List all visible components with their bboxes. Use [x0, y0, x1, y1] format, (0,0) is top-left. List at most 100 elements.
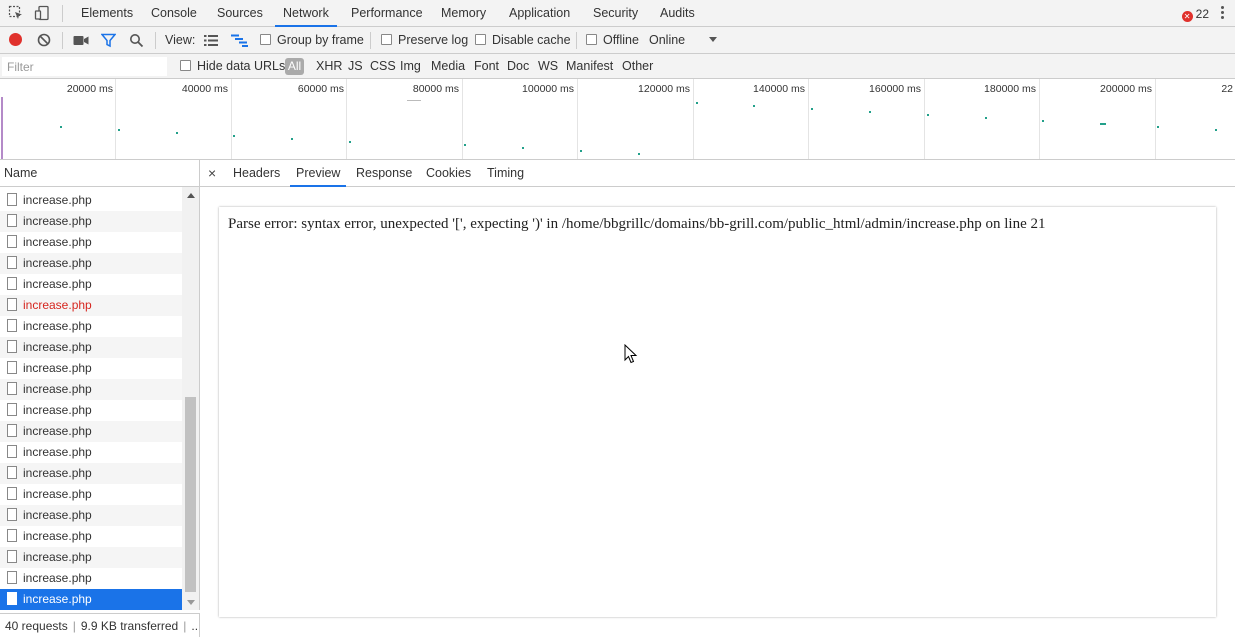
- request-row[interactable]: increase.php: [0, 463, 182, 484]
- request-dot: [291, 138, 293, 140]
- request-name: increase.php: [23, 382, 92, 396]
- clear-icon[interactable]: [37, 33, 51, 47]
- request-row[interactable]: increase.php: [0, 400, 182, 421]
- preserve-log-checkbox[interactable]: Preserve log: [381, 27, 468, 53]
- request-detail-tabs: × Headers Preview Response Cookies Timin…: [200, 160, 1235, 187]
- request-row[interactable]: increase.php: [0, 568, 182, 589]
- tab-audits[interactable]: Audits: [652, 0, 703, 26]
- request-dot: [522, 147, 524, 149]
- request-row[interactable]: increase.php: [0, 295, 182, 316]
- document-icon: [7, 508, 17, 521]
- request-name: increase.php: [23, 256, 92, 270]
- scroll-down-arrow-icon[interactable]: [187, 600, 195, 605]
- request-row[interactable]: increase.php: [0, 379, 182, 400]
- timeline-gridline: [115, 79, 116, 159]
- throttling-select[interactable]: Online: [649, 27, 719, 53]
- request-list-scrollbar[interactable]: [182, 187, 200, 610]
- request-name: increase.php: [23, 193, 92, 207]
- document-icon: [7, 445, 17, 458]
- toolbar-divider: [62, 5, 63, 22]
- error-count: 22: [1195, 7, 1209, 21]
- request-row[interactable]: increase.php: [0, 274, 182, 295]
- tab-headers[interactable]: Headers: [227, 160, 286, 186]
- tab-preview[interactable]: Preview: [290, 160, 347, 187]
- toolbar-divider: [576, 32, 577, 49]
- timeline-tick-label: 180000 ms: [984, 83, 1036, 95]
- request-row[interactable]: increase.php: [0, 337, 182, 358]
- network-overview-timeline[interactable]: 20000 ms 40000 ms 60000 ms 80000 ms 1000…: [0, 79, 1235, 160]
- request-row[interactable]: increase.php: [0, 505, 182, 526]
- request-row[interactable]: increase.php: [0, 547, 182, 568]
- request-name: increase.php: [23, 487, 92, 501]
- disable-cache-checkbox[interactable]: Disable cache: [475, 27, 571, 53]
- tab-sources[interactable]: Sources: [209, 0, 271, 26]
- type-filter-media[interactable]: Media: [431, 54, 465, 79]
- record-icon[interactable]: [9, 33, 22, 46]
- type-filter-other[interactable]: Other: [622, 54, 653, 79]
- tab-console[interactable]: Console: [143, 0, 205, 26]
- request-dot: [869, 111, 871, 113]
- request-row[interactable]: increase.php: [0, 589, 182, 610]
- request-dot: [985, 117, 987, 119]
- request-row[interactable]: increase.php: [0, 232, 182, 253]
- filter-input[interactable]: [2, 57, 167, 76]
- type-filter-all[interactable]: All: [285, 58, 304, 75]
- request-name: increase.php: [23, 529, 92, 543]
- type-filter-manifest[interactable]: Manifest: [566, 54, 613, 79]
- request-name: increase.php: [23, 592, 92, 606]
- tab-timing[interactable]: Timing: [481, 160, 530, 186]
- inspect-element-icon[interactable]: [8, 5, 24, 21]
- group-by-frame-checkbox[interactable]: Group by frame: [260, 27, 364, 53]
- tab-cookies[interactable]: Cookies: [420, 160, 477, 186]
- document-icon: [7, 592, 17, 605]
- request-name: increase.php: [23, 319, 92, 333]
- type-filter-doc[interactable]: Doc: [507, 54, 529, 79]
- type-filter-img[interactable]: Img: [400, 54, 421, 79]
- type-filter-js[interactable]: JS: [348, 54, 363, 79]
- device-toolbar-icon[interactable]: [34, 5, 50, 21]
- request-row[interactable]: increase.php: [0, 421, 182, 442]
- network-toolbar: View: Group by frame Preserve log Disabl…: [0, 27, 1235, 54]
- type-filter-font[interactable]: Font: [474, 54, 499, 79]
- scrollbar-thumb[interactable]: [185, 397, 196, 592]
- close-icon[interactable]: ×: [208, 165, 216, 181]
- type-filter-css[interactable]: CSS: [370, 54, 396, 79]
- tab-response[interactable]: Response: [350, 160, 418, 186]
- toolbar-divider: [370, 32, 371, 49]
- tab-elements[interactable]: Elements: [73, 0, 141, 26]
- request-row[interactable]: increase.php: [0, 211, 182, 232]
- request-name: increase.php: [23, 550, 92, 564]
- search-icon[interactable]: [129, 33, 144, 48]
- request-row[interactable]: increase.php: [0, 190, 182, 211]
- timeline-tick-label: 40000 ms: [181, 83, 228, 95]
- request-dot: [1100, 123, 1106, 125]
- tab-security[interactable]: Security: [585, 0, 646, 26]
- request-row[interactable]: increase.php: [0, 316, 182, 337]
- scroll-up-arrow-icon[interactable]: [187, 193, 195, 198]
- request-row[interactable]: increase.php: [0, 358, 182, 379]
- request-row[interactable]: increase.php: [0, 484, 182, 505]
- type-filter-ws[interactable]: WS: [538, 54, 558, 79]
- tab-memory[interactable]: Memory: [433, 0, 494, 26]
- request-dot: [349, 141, 351, 143]
- request-name: increase.php: [23, 445, 92, 459]
- error-count-badge[interactable]: ✕ 22: [1181, 6, 1209, 22]
- request-row[interactable]: increase.php: [0, 442, 182, 463]
- screenshot-camera-icon[interactable]: [73, 35, 89, 46]
- large-rows-icon[interactable]: [204, 35, 218, 46]
- tab-performance[interactable]: Performance: [343, 0, 431, 26]
- request-row[interactable]: increase.php: [0, 526, 182, 547]
- tab-application[interactable]: Application: [501, 0, 578, 26]
- overview-selection-handle[interactable]: [1, 97, 3, 159]
- waterfall-overview-icon[interactable]: [231, 34, 249, 47]
- tab-network[interactable]: Network: [275, 0, 337, 27]
- request-row[interactable]: increase.php: [0, 253, 182, 274]
- name-column-header[interactable]: Name: [0, 160, 200, 187]
- timeline-tick-label: 60000 ms: [297, 83, 344, 95]
- filter-icon[interactable]: [101, 33, 116, 48]
- document-icon: [7, 550, 17, 563]
- offline-checkbox[interactable]: Offline: [586, 27, 639, 53]
- more-options-icon[interactable]: [1221, 6, 1225, 21]
- hide-data-urls-checkbox[interactable]: Hide data URLs: [180, 54, 285, 79]
- type-filter-xhr[interactable]: XHR: [316, 54, 342, 79]
